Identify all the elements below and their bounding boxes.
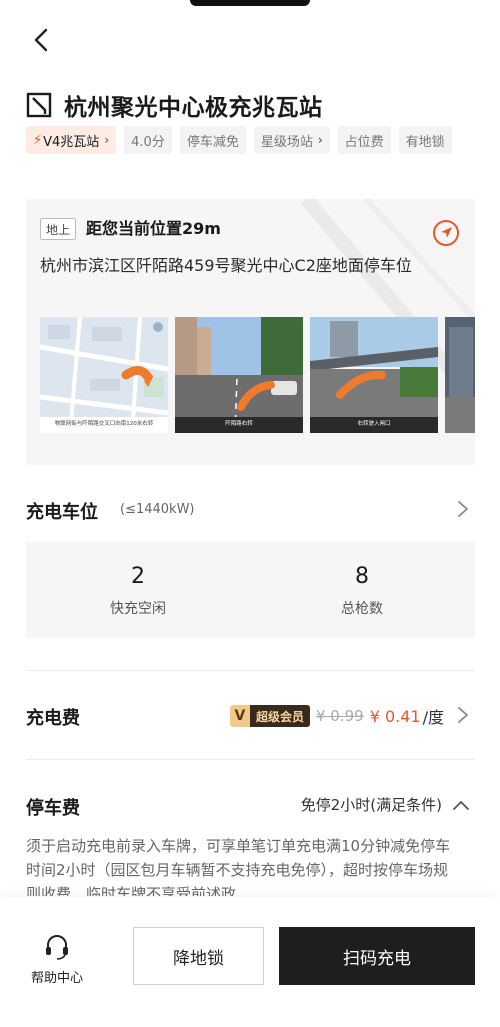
photo-caption: 物联网街与阡陌路交叉口向南120米右转 — [54, 421, 154, 427]
station-tags: ⚡ V4兆瓦站 › 4.0分 停车减免 星级场站 › 占位费 有地锁 — [26, 126, 466, 154]
original-price: ¥ 0.99 — [315, 707, 364, 725]
parking-condition: 免停2小时(满足条件) — [300, 796, 442, 814]
navigation-arrow-icon — [433, 220, 459, 246]
price-unit: /度 — [422, 708, 444, 727]
street-photo-image — [175, 317, 303, 433]
station-name: 杭州聚光中心极充兆瓦站 — [64, 95, 323, 121]
chevron-right-icon: › — [104, 133, 110, 147]
guide-photo-gate[interactable]: 右转驶入闸口 — [310, 317, 438, 433]
guide-photo-building[interactable] — [445, 317, 475, 433]
stat-total-guns: 8 总枪数 — [302, 564, 422, 618]
tag-label: 占位费 — [344, 134, 384, 150]
distance-text: 距您当前位置29m — [86, 219, 221, 238]
stat-label: 快充空闲 — [110, 601, 166, 617]
building-photo-image — [445, 317, 475, 433]
member-label: 超级会员 — [249, 705, 310, 727]
tag-label: 停车减免 — [186, 134, 239, 150]
chevron-up-icon — [453, 800, 469, 810]
tag-parking-discount: 停车减免 — [179, 126, 246, 154]
power-limit: (≤1440kW) — [120, 502, 195, 517]
bottom-action-bar: 帮助中心 降地锁 扫码充电 — [0, 897, 500, 1027]
parking-condition-toggle[interactable]: 免停2小时(满足条件) — [301, 794, 470, 815]
tag-v4-station[interactable]: ⚡ V4兆瓦站 › — [26, 126, 117, 154]
stat-fast-idle: 2 快充空闲 — [78, 564, 198, 618]
location-card: 地上 距您当前位置29m 杭州市滨江区阡陌路459号聚光中心C2座地面停车位 物… — [26, 199, 475, 465]
charging-fee-info[interactable]: V 超级会员 ¥ 0.99 ¥ 0.41 /度 — [229, 703, 444, 729]
tag-occupancy-fee: 占位费 — [337, 126, 391, 154]
photo-caption: 右转驶入闸口 — [357, 421, 391, 427]
super-member-badge: V 超级会员 — [229, 705, 310, 727]
guide-photo-map[interactable]: 物联网街与阡陌路交叉口向南120米右转 — [40, 317, 168, 433]
member-price: ¥ 0.41 — [369, 706, 421, 726]
parking-fee-title: 停车费 — [26, 798, 80, 819]
ground-level-badge: 地上 — [40, 218, 77, 240]
tag-star-station[interactable]: 星级场站 › — [253, 126, 330, 154]
status-bar-notch — [190, 0, 310, 6]
charging-fee-title: 充电费 — [26, 708, 80, 729]
navigate-button[interactable] — [432, 219, 460, 247]
charging-spots-title: 充电车位 — [26, 502, 98, 523]
stat-value: 2 — [131, 564, 145, 589]
charging-fee-chevron[interactable] — [456, 706, 470, 724]
lower-lock-button[interactable]: 降地锁 — [133, 927, 264, 985]
tag-label: V4兆瓦站 — [43, 134, 100, 150]
tag-rating: 4.0分 — [124, 126, 172, 154]
chevron-left-icon — [34, 28, 48, 52]
charging-stats: 2 快充空闲 8 总枪数 — [26, 542, 475, 638]
guide-photos: 物联网街与阡陌路交叉口向南120米右转 阡陌路右转 右转驶入闸口 — [40, 317, 475, 433]
photo-caption: 阡陌路右转 — [225, 421, 253, 427]
guide-photo-street[interactable]: 阡陌路右转 — [175, 317, 303, 433]
member-v-icon: V — [229, 705, 250, 727]
route-map-image — [40, 317, 168, 433]
tag-label: 4.0分 — [131, 134, 165, 150]
help-center-label: 帮助中心 — [30, 971, 83, 986]
parking-description: 须于启动充电前录入车牌，可享单笔订单充电满10分钟减免停车时间2小时（园区包月车… — [26, 837, 451, 896]
chevron-right-icon — [458, 707, 468, 723]
stat-label: 总枪数 — [341, 601, 383, 617]
charging-spots-chevron[interactable] — [456, 500, 470, 518]
tag-label: 有地锁 — [405, 134, 445, 150]
help-center-button[interactable]: 帮助中心 — [26, 931, 88, 986]
station-logo-icon — [26, 92, 52, 118]
divider — [26, 759, 475, 760]
station-address: 杭州市滨江区阡陌路459号聚光中心C2座地面停车位 — [40, 256, 412, 275]
tag-ground-lock: 有地锁 — [398, 126, 452, 154]
headset-icon — [46, 935, 68, 960]
station-title-row: 杭州聚光中心极充兆瓦站 — [26, 88, 323, 122]
chevron-right-icon — [458, 501, 468, 517]
scan-charge-button[interactable]: 扫码充电 — [279, 927, 475, 985]
chevron-right-icon: › — [317, 133, 323, 147]
back-button[interactable] — [28, 26, 56, 54]
divider — [26, 670, 475, 671]
tag-label: 星级场站 — [260, 134, 313, 150]
lightning-icon: ⚡ — [33, 132, 43, 148]
stat-value: 8 — [355, 564, 369, 589]
gate-photo-image — [310, 317, 438, 433]
